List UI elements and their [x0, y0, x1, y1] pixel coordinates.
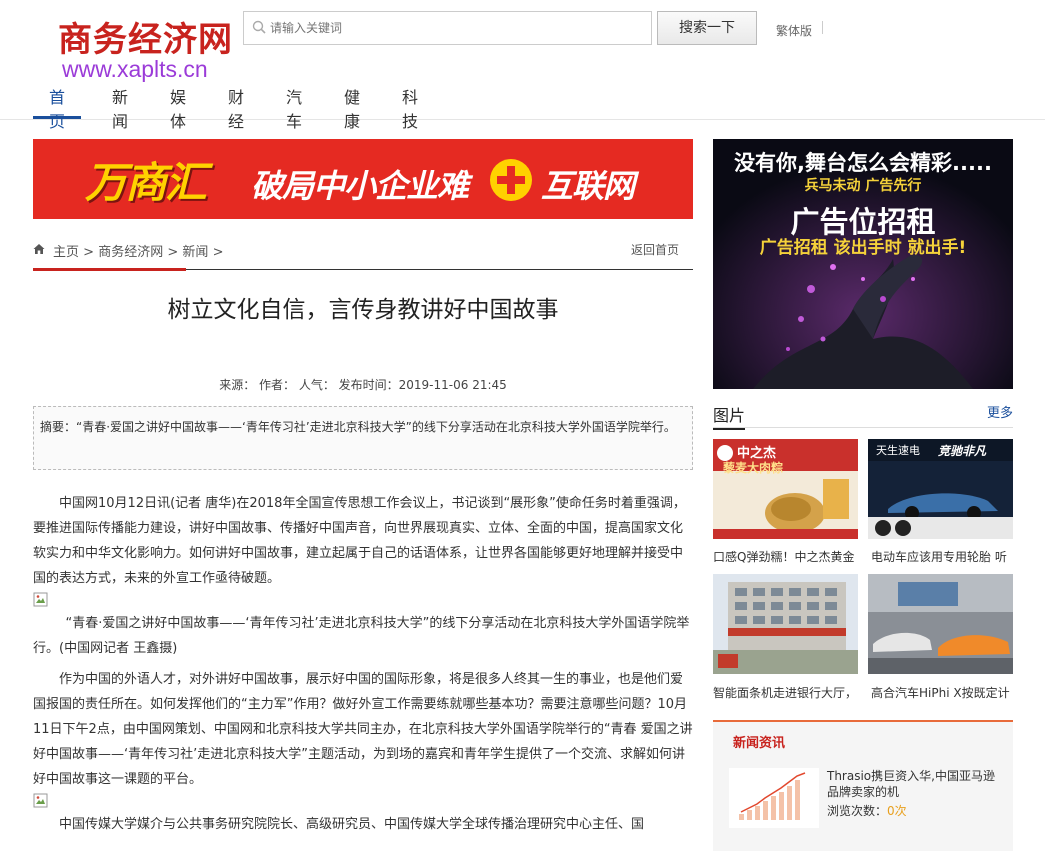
- thumb-brand: 天生速电: [876, 444, 920, 457]
- news-section: 新闻资讯 Thrasio携巨资入华,中国亚马逊品牌卖家的机 浏览次数：0次: [713, 720, 1013, 851]
- traditional-chinese-link[interactable]: 繁体版: [776, 22, 812, 39]
- broken-image-icon: [33, 592, 48, 607]
- broken-image-icon: [33, 793, 48, 808]
- site-header: 商务经济网 www.xaplts.cn 搜索一下 繁体版 首页 新闻 娱体 财经…: [0, 0, 1045, 131]
- pictures-header: 图片 更多: [713, 402, 1013, 430]
- article-body: 中国网10月12日讯(记者 唐华)在2018年全国宣传思想工作会议上，书记谈到“…: [33, 491, 693, 837]
- picture-thumb[interactable]: 中之杰 藜麦大肉粽: [713, 439, 858, 539]
- article-paragraph: 中国传媒大学媒介与公共事务研究院院长、高级研究员、中国传媒大学全球传播治理研究中…: [59, 817, 645, 832]
- article-summary: 摘要：“青春·爱国之讲好中国故事——‘青年传习社’走进北京科技大学”的线下分享活…: [33, 406, 693, 470]
- picture-caption[interactable]: 口感Q弹劲糯！中之杰黄金: [713, 548, 858, 565]
- views-count: 0次: [887, 804, 907, 818]
- ad-headline: 没有你,舞台怎么会精彩.....: [734, 151, 992, 175]
- search-button[interactable]: 搜索一下: [657, 11, 757, 45]
- article-paragraph: 作为中国的外语人才，对外讲好中国故事，展示好中国的国际形象，将是很多人终其一生的…: [33, 672, 693, 787]
- picture-caption[interactable]: 高合汽车HiPhi X按既定计: [871, 684, 1016, 701]
- thumb-subtitle: 竞驰非凡: [938, 444, 987, 458]
- picture-caption[interactable]: 智能面条机走进银行大厅，: [713, 684, 858, 701]
- back-home-link[interactable]: 返回首页: [631, 241, 679, 258]
- sidebar-ad[interactable]: 没有你,舞台怎么会精彩..... 兵马未动 广告先行 广告位招租 广告招租 该出…: [713, 139, 1013, 389]
- breadcrumb-site[interactable]: 商务经济网: [98, 245, 163, 260]
- banner-ad[interactable]: 万商汇 破局中小企业难 互联网: [33, 139, 693, 219]
- breadcrumb-news[interactable]: 新闻: [182, 245, 208, 260]
- plus-icon: [490, 159, 532, 201]
- picture-thumb[interactable]: [713, 574, 858, 674]
- picture-caption[interactable]: 电动车应该用专用轮胎 听: [871, 548, 1016, 565]
- pictures-more-link[interactable]: 更多: [987, 402, 1013, 421]
- site-logo[interactable]: 商务经济网: [58, 12, 233, 61]
- divider: [822, 21, 823, 34]
- picture-thumb[interactable]: 天生速电 竞驰非凡: [868, 439, 1013, 539]
- news-item-views: 浏览次数：0次: [827, 802, 907, 819]
- nav-item-entertainment[interactable]: 娱体: [170, 86, 186, 131]
- news-item-title[interactable]: Thrasio携巨资入华,中国亚马逊品牌卖家的机: [827, 768, 999, 800]
- car-showroom-image: [868, 574, 1013, 674]
- search-input[interactable]: [270, 18, 640, 38]
- banner-slogan: 破局中小企业难: [251, 167, 469, 205]
- article-paragraph: 中国网10月12日讯(记者 唐华)在2018年全国宣传思想工作会议上，书记谈到“…: [33, 496, 686, 586]
- breadcrumb: 主页 > 商务经济网 > 新闻 > 返回首页: [33, 240, 693, 271]
- ad-tagline: 广告招租 该出手时 就出手!: [759, 238, 967, 258]
- site-url[interactable]: www.xaplts.cn: [62, 56, 208, 83]
- breadcrumb-accent: [33, 268, 186, 271]
- bank-building-image: [713, 574, 858, 674]
- banner-brand: 万商汇: [85, 158, 207, 207]
- banner-slogan-right: 互联网: [541, 167, 635, 205]
- article-title: 树立文化自信，言传身教讲好中国故事: [167, 297, 559, 323]
- ad-subline: 兵马未动 广告先行: [804, 178, 922, 194]
- nav-item-auto[interactable]: 汽车: [286, 86, 302, 131]
- nav-item-news[interactable]: 新闻: [112, 86, 128, 131]
- search-icon: [252, 20, 266, 34]
- breadcrumb-separator: >: [83, 245, 95, 260]
- pictures-title: 图片: [713, 402, 746, 430]
- thumb-subtitle: 藜麦大肉粽: [723, 461, 784, 475]
- breadcrumb-separator: >: [167, 245, 179, 260]
- image-caption: “青春·爱国之讲好中国故事——‘青年传习社’走进北京科技大学”的线下分享活动在北…: [33, 616, 690, 656]
- zongzi-ad-image: [713, 439, 858, 539]
- breadcrumb-path: 主页 > 商务经济网 > 新闻 >: [53, 241, 223, 260]
- breadcrumb-home[interactable]: 主页: [53, 245, 79, 260]
- picture-thumb[interactable]: [868, 574, 1013, 674]
- home-icon: [33, 244, 45, 254]
- growth-chart-image: [729, 768, 819, 828]
- search-box[interactable]: [243, 11, 652, 45]
- news-section-title: 新闻资讯: [733, 736, 786, 751]
- nav-item-home[interactable]: 首页: [33, 86, 82, 131]
- news-thumb[interactable]: [729, 768, 819, 828]
- nav-item-health[interactable]: 健康: [344, 86, 360, 131]
- views-label: 浏览次数：: [827, 804, 888, 818]
- nav-item-tech[interactable]: 科技: [402, 86, 418, 131]
- article-meta: 来源： 作者： 人气： 发布时间：2019-11-06 21:45: [219, 378, 507, 392]
- nav-item-finance[interactable]: 财经: [228, 86, 244, 131]
- news-section-accent: [713, 720, 1013, 722]
- breadcrumb-separator: >: [212, 245, 224, 260]
